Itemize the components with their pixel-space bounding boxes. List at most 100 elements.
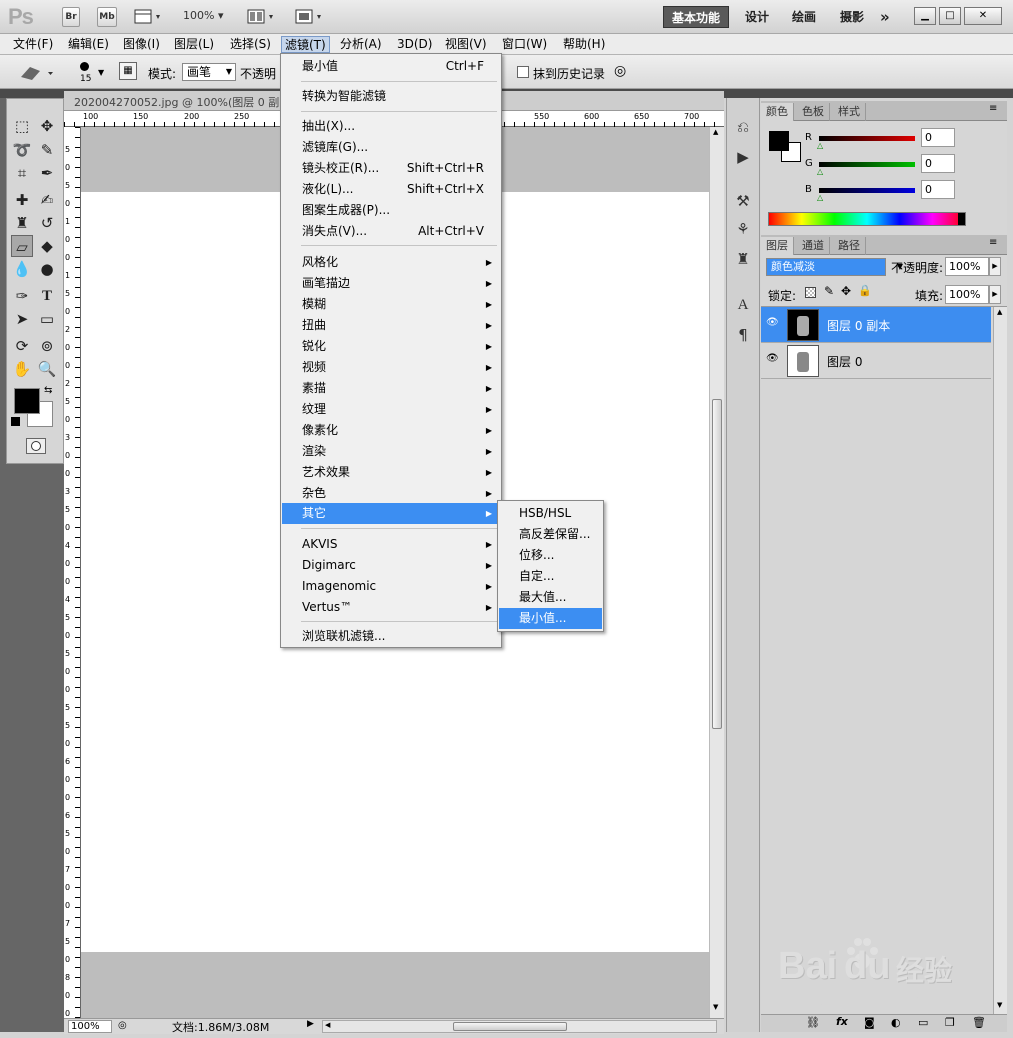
close-button[interactable]: ✕: [964, 7, 1002, 25]
panel-menu-icon[interactable]: ≡: [989, 237, 997, 248]
default-colors-icon[interactable]: [11, 417, 20, 426]
tab-layers[interactable]: 图层: [761, 237, 794, 255]
menu-item-vertus[interactable]: Vertus™ ▶: [282, 597, 500, 618]
color-ramp-black[interactable]: [958, 213, 965, 225]
lock-pixels-icon[interactable]: ✎: [824, 284, 834, 298]
actions-panel-icon[interactable]: ▶: [732, 146, 754, 168]
history-panel-icon[interactable]: ⎌: [732, 116, 754, 138]
screen-mode-button[interactable]: [294, 8, 326, 26]
menu-item-sharpen[interactable]: 锐化 ▶: [282, 336, 500, 357]
menu-item-akvis[interactable]: AKVIS ▶: [282, 534, 500, 555]
submenu-item-maximum[interactable]: 最大值...: [499, 587, 602, 608]
slider-handle-icon[interactable]: △: [817, 167, 823, 176]
brush-panel-toggle[interactable]: ▦: [119, 62, 137, 80]
menu-item-lens-correction[interactable]: 镜头校正(R)... Shift+Ctrl+R: [282, 158, 500, 179]
3d-orbit-tool[interactable]: ⊚: [36, 335, 58, 357]
marquee-tool[interactable]: ⬚: [11, 115, 33, 137]
view-extras-button[interactable]: [133, 8, 165, 26]
maximize-button[interactable]: □: [939, 7, 961, 25]
tab-styles[interactable]: 样式: [833, 103, 866, 121]
lock-all-icon[interactable]: 🔒: [858, 284, 872, 297]
tab-swatches[interactable]: 色板: [797, 103, 830, 121]
menu-item-noise[interactable]: 杂色 ▶: [282, 483, 500, 504]
crop-tool[interactable]: ⌗: [11, 162, 33, 184]
menu-item-pixelate[interactable]: 像素化 ▶: [282, 420, 500, 441]
scroll-left-icon[interactable]: ◀: [325, 1021, 330, 1029]
erase-to-history-checkbox[interactable]: [517, 66, 529, 78]
menu-item-liquify[interactable]: 液化(L)... Shift+Ctrl+X: [282, 179, 500, 200]
fill-field[interactable]: 100%: [945, 285, 989, 304]
type-tool[interactable]: T: [36, 285, 58, 307]
menu-3d[interactable]: 3D(D): [394, 36, 435, 53]
character-panel-icon[interactable]: A: [732, 294, 754, 316]
bridge-button[interactable]: Br: [62, 7, 80, 27]
status-zoom-field[interactable]: 100%: [68, 1020, 112, 1033]
menu-item-convert-smart-filters[interactable]: 转换为智能滤镜: [282, 86, 500, 107]
minibridge-button[interactable]: Mb: [97, 7, 117, 27]
menu-item-texture[interactable]: 纹理 ▶: [282, 399, 500, 420]
blue-value-field[interactable]: 0: [921, 180, 955, 199]
visibility-eye-icon[interactable]: 👁: [766, 317, 780, 331]
menu-item-digimarc[interactable]: Digimarc ▶: [282, 555, 500, 576]
visibility-eye-icon[interactable]: 👁: [766, 353, 780, 367]
submenu-item-hsb-hsl[interactable]: HSB/HSL: [499, 503, 602, 524]
brush-tool[interactable]: ✍: [36, 189, 58, 211]
minimize-button[interactable]: ▁: [914, 7, 936, 25]
foreground-color-swatch[interactable]: [769, 131, 789, 151]
menu-edit[interactable]: 编辑(E): [65, 36, 112, 53]
red-slider[interactable]: [819, 136, 915, 141]
layers-scrollbar[interactable]: ▲ ▼: [993, 307, 1007, 1015]
tablet-pressure-icon[interactable]: ◎: [614, 63, 632, 81]
eyedropper-tool[interactable]: ✒: [36, 162, 58, 184]
status-info-icon[interactable]: ◎: [118, 1020, 127, 1031]
pen-tool[interactable]: ✑: [11, 285, 33, 307]
menu-item-imagenomic[interactable]: Imagenomic ▶: [282, 576, 500, 597]
scroll-up-icon[interactable]: ▲: [713, 128, 718, 136]
history-brush-tool[interactable]: ↺: [36, 212, 58, 234]
opacity-slider-toggle[interactable]: ▶: [989, 257, 1001, 276]
menu-item-blur[interactable]: 模糊 ▶: [282, 294, 500, 315]
green-slider[interactable]: [819, 162, 915, 167]
menu-help[interactable]: 帮助(H): [560, 36, 608, 53]
submenu-item-high-pass[interactable]: 高反差保留...: [499, 524, 602, 545]
lock-position-icon[interactable]: ✥: [841, 284, 851, 298]
menu-item-extract[interactable]: 抽出(X)...: [282, 116, 500, 137]
clone-stamp-tool[interactable]: ♜: [11, 212, 33, 234]
vertical-scrollbar[interactable]: ▲ ▼: [709, 127, 724, 1018]
scrollbar-thumb[interactable]: [453, 1022, 567, 1031]
menu-analysis[interactable]: 分析(A): [337, 36, 385, 53]
menu-file[interactable]: 文件(F): [10, 36, 56, 53]
lock-transparency-icon[interactable]: [805, 287, 816, 298]
blur-tool[interactable]: 💧: [11, 258, 33, 280]
menu-item-brush-strokes[interactable]: 画笔描边 ▶: [282, 273, 500, 294]
menu-item-stylize[interactable]: 风格化 ▶: [282, 252, 500, 273]
paint-bucket-tool[interactable]: ◆: [36, 235, 58, 257]
menu-item-browse-filters-online[interactable]: 浏览联机滤镜...: [282, 626, 500, 647]
workspace-design-button[interactable]: 设计: [737, 6, 777, 28]
status-menu-arrow-icon[interactable]: ▶: [307, 1019, 319, 1033]
blend-mode-select[interactable]: 颜色减淡 ▼: [766, 258, 903, 276]
foreground-color-swatch[interactable]: [14, 388, 40, 414]
zoom-level-select[interactable]: 100% ▾: [183, 9, 223, 22]
path-selection-tool[interactable]: ➤: [11, 308, 33, 330]
workspace-essentials-button[interactable]: 基本功能: [663, 6, 730, 28]
paragraph-panel-icon[interactable]: ¶: [732, 324, 754, 346]
layer-opacity-field[interactable]: 100%: [945, 257, 989, 276]
horizontal-scrollbar[interactable]: ◀: [322, 1020, 717, 1033]
menu-item-sketch[interactable]: 素描 ▶: [282, 378, 500, 399]
menu-select[interactable]: 选择(S): [227, 36, 274, 53]
menu-image[interactable]: 图像(I): [120, 36, 163, 53]
menu-layer[interactable]: 图层(L): [171, 36, 217, 53]
brushes-panel-icon[interactable]: ⚘: [732, 218, 754, 240]
menu-window[interactable]: 窗口(W): [499, 36, 550, 53]
tool-preset-picker[interactable]: [18, 63, 58, 83]
hand-tool[interactable]: ✋: [11, 358, 33, 380]
menu-item-other[interactable]: 其它 ▶: [282, 503, 500, 524]
menu-item-pattern-maker[interactable]: 图案生成器(P)...: [282, 200, 500, 221]
tab-channels[interactable]: 通道: [797, 237, 830, 255]
workspace-photography-button[interactable]: 摄影: [832, 6, 872, 28]
menu-item-vanishing-point[interactable]: 消失点(V)... Alt+Ctrl+V: [282, 221, 500, 242]
tab-color[interactable]: 颜色: [761, 103, 794, 121]
slider-handle-icon[interactable]: △: [817, 141, 823, 150]
menu-view[interactable]: 视图(V): [442, 36, 490, 53]
